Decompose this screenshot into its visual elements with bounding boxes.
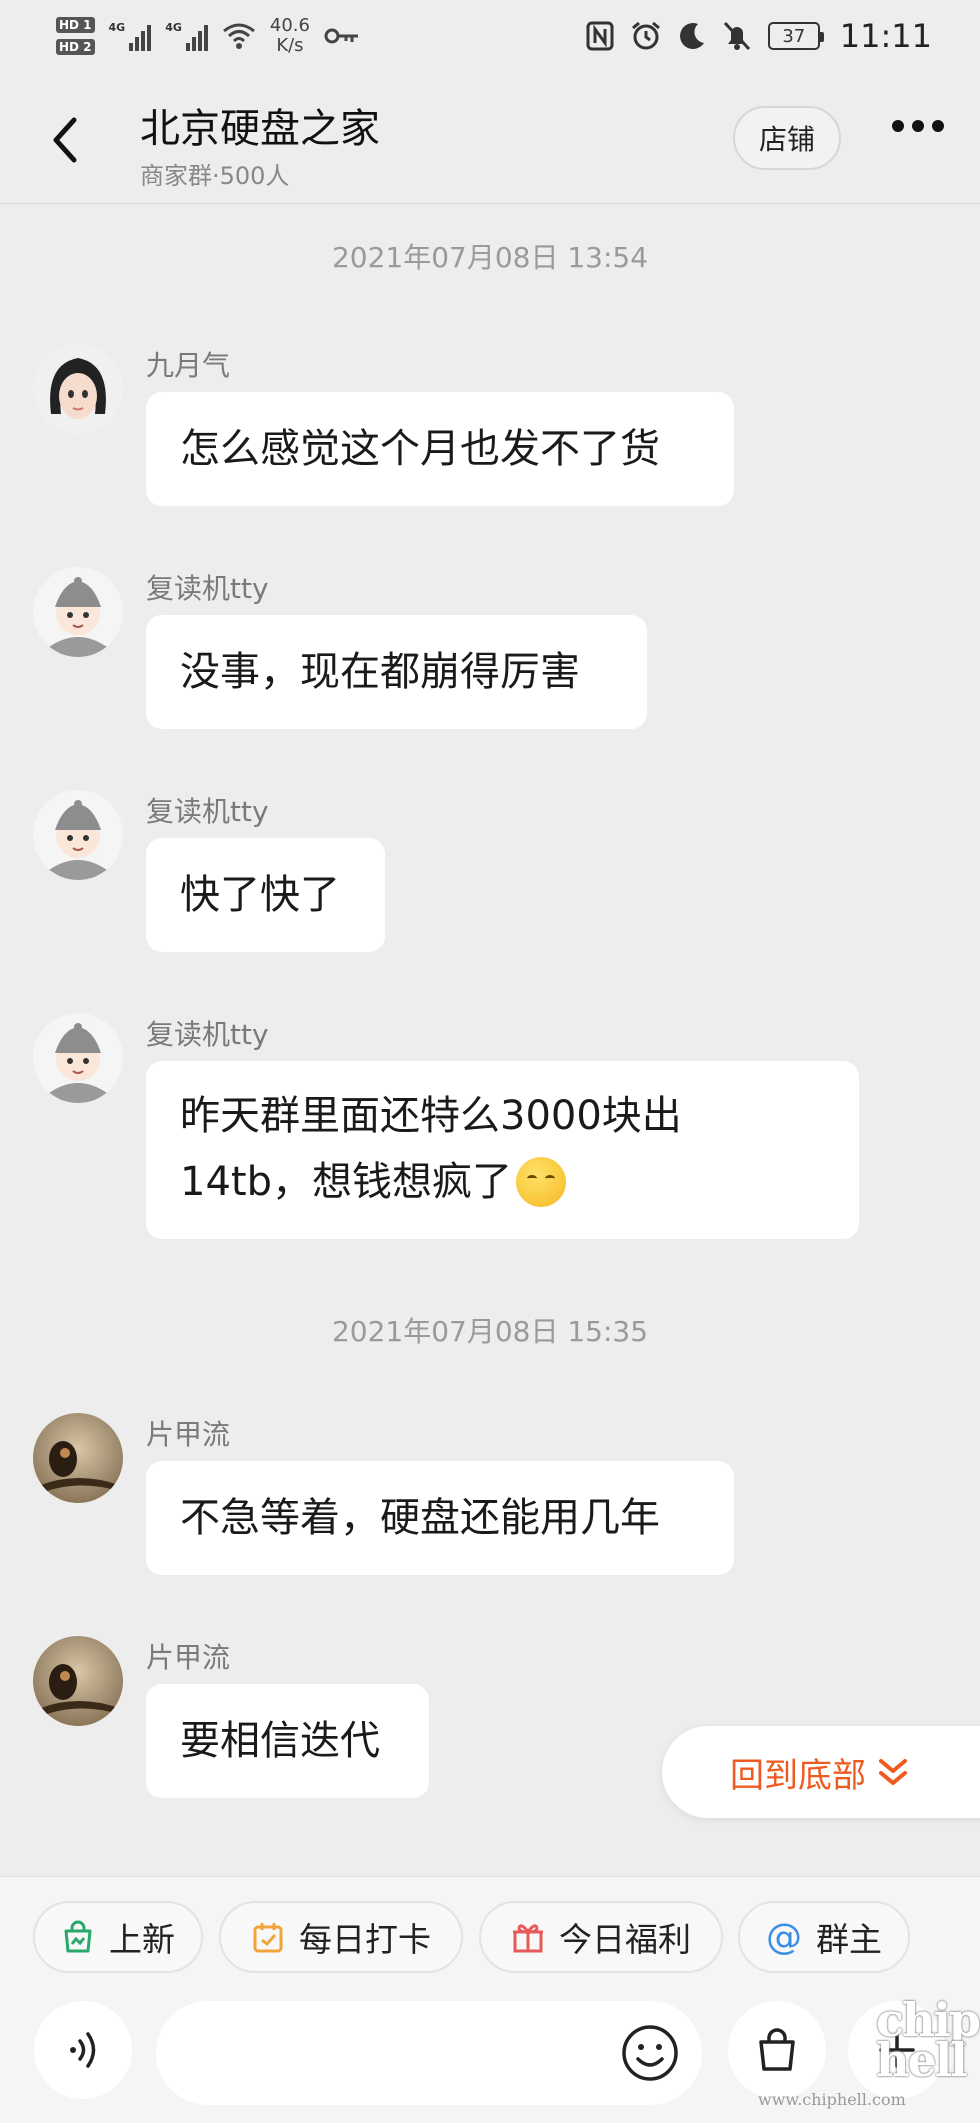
quick-action-checkin[interactable]: 每日打卡 xyxy=(219,1901,463,1973)
message-timestamp: 2021年07月08日 13:54 xyxy=(331,241,649,274)
avatar[interactable] xyxy=(33,1413,123,1503)
message-text: 不急等着，硬盘还能用几年 xyxy=(180,1495,660,1541)
message-bubble[interactable]: 怎么感觉这个月也发不了货 xyxy=(146,392,734,506)
quick-action-label: 群主 xyxy=(816,1920,882,1959)
bottom-panel: 上新 每日打卡 今日福利 @ 群主 xyxy=(0,1876,980,2123)
nfc-icon xyxy=(586,21,614,51)
avatar[interactable] xyxy=(33,344,123,434)
message-bubble[interactable]: 快了快了 xyxy=(146,838,385,952)
back-icon[interactable] xyxy=(44,110,84,170)
shop-button[interactable]: 店铺 xyxy=(733,106,841,170)
message-timestamp: 2021年07月08日 15:35 xyxy=(331,1315,649,1348)
shopping-bag-icon xyxy=(759,2028,795,2071)
avatar[interactable] xyxy=(33,1636,123,1726)
chat-subtitle: 商家群·500人 xyxy=(140,162,290,190)
quick-action-owner[interactable]: @ 群主 xyxy=(738,1901,910,1973)
sender-name: 九月气 xyxy=(146,349,231,382)
message-text: 怎么感觉这个月也发不了货 xyxy=(180,426,660,472)
emoji-icon[interactable] xyxy=(618,2021,682,2085)
key-icon xyxy=(324,28,358,44)
at-icon: @ xyxy=(766,1916,802,1958)
shopping-bag-new-icon xyxy=(64,1920,92,1953)
signal-1-icon: 4G xyxy=(109,21,152,51)
message-bubble[interactable]: 没事，现在都崩得厉害 xyxy=(146,615,647,729)
avatar[interactable] xyxy=(33,1013,123,1103)
moon-icon xyxy=(679,23,704,50)
quick-action-new[interactable]: 上新 xyxy=(33,1901,203,1973)
signal-2-icon: 4G xyxy=(165,21,208,51)
hd2-indicator: HD 2 xyxy=(56,39,95,55)
network-speed: 40.6 K/s xyxy=(269,15,310,56)
message-text-line1: 昨天群里面还特么3000块出 xyxy=(180,1093,682,1139)
clock: 11:11 xyxy=(839,17,932,55)
voice-input-button[interactable] xyxy=(34,2001,132,2099)
watermark-logo: chip hell xyxy=(876,1993,980,2087)
sender-name: 复读机tty xyxy=(146,795,269,828)
message-bubble[interactable]: 不急等着，硬盘还能用几年 xyxy=(146,1461,734,1575)
avatar[interactable] xyxy=(33,790,123,880)
message-bubble[interactable]: 昨天群里面还特么3000块出 14tb，想钱想疯了 xyxy=(146,1061,859,1239)
quick-action-welfare[interactable]: 今日福利 xyxy=(479,1901,723,1973)
more-options-icon[interactable] xyxy=(892,120,944,132)
hd1-indicator: HD 1 xyxy=(56,17,95,33)
sender-name: 复读机tty xyxy=(146,572,269,605)
wifi-icon xyxy=(222,23,255,49)
message-bubble[interactable]: 要相信迭代 xyxy=(146,1684,429,1798)
shop-bag-button[interactable] xyxy=(728,2001,826,2099)
calendar-check-icon xyxy=(253,1923,283,1953)
battery-icon: 37 xyxy=(767,22,824,50)
shy-smile-emoji-icon xyxy=(515,1157,566,1207)
message-text: 要相信迭代 xyxy=(180,1718,380,1764)
avatar[interactable] xyxy=(33,567,123,657)
quick-action-label: 上新 xyxy=(109,1920,175,1959)
status-bar: HD 1 HD 2 4G 4G 40.6 K/s 37 11:11 xyxy=(0,0,980,72)
sender-name: 复读机tty xyxy=(146,1018,269,1051)
watermark-url: www.chiphell.com xyxy=(758,2090,906,2109)
sender-name: 片甲流 xyxy=(146,1641,231,1674)
back-to-bottom-label: 回到底部 xyxy=(730,1755,866,1796)
back-to-bottom-button[interactable]: 回到底部 xyxy=(662,1726,980,1818)
alarm-icon xyxy=(631,21,660,50)
sender-name: 片甲流 xyxy=(146,1418,231,1451)
voice-icon xyxy=(70,2032,96,2068)
double-chevron-down-icon xyxy=(879,1759,907,1785)
message-text: 没事，现在都崩得厉害 xyxy=(180,649,580,695)
quick-action-label: 每日打卡 xyxy=(299,1920,431,1959)
chat-title: 北京硬盘之家 xyxy=(140,106,380,152)
message-text-line2: 14tb，想钱想疯了 xyxy=(180,1159,512,1205)
message-text: 快了快了 xyxy=(180,872,340,918)
mute-bell-icon xyxy=(723,21,750,51)
chat-header: 北京硬盘之家 商家群·500人 店铺 xyxy=(0,72,980,204)
quick-action-label: 今日福利 xyxy=(559,1920,691,1959)
gift-icon xyxy=(513,1924,543,1953)
